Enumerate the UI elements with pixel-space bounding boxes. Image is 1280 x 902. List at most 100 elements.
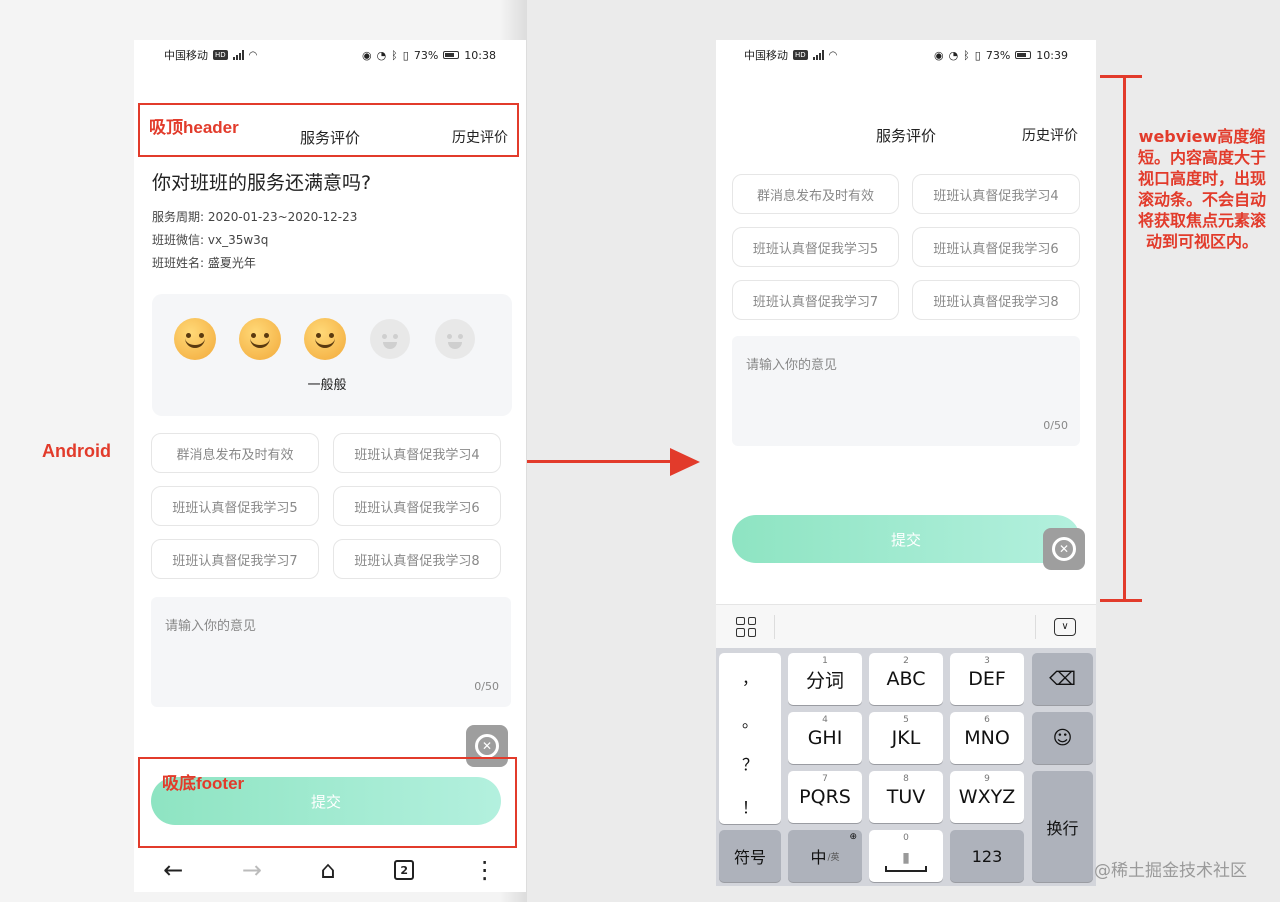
home-icon[interactable]: ⌂ [320,856,335,884]
key-1[interactable]: 1 分词 [788,653,862,705]
info-label: 班班微信: [152,233,205,247]
pinyin-keyboard: ， 。 ？ ！ 1 分词 2 ABC 3 DEF ⌫ 4 GHI 5 JKL 6 MNO ☺… [716,648,1096,886]
tag-option[interactable]: 班班认真督促我学习5 [732,227,899,267]
key-5[interactable]: 5 JKL [869,712,943,764]
forward-arrow-icon[interactable]: → [242,856,262,884]
alarm-icon: ◔ [376,48,387,62]
hide-keyboard-icon[interactable]: ∨ [1054,617,1076,636]
back-arrow-icon[interactable]: ← [163,856,183,884]
key-7[interactable]: 7 PQRS [788,771,862,823]
watermark-text: @稀土掘金技术社区 [1094,861,1247,881]
more-menu-icon[interactable]: ⋮ [473,856,497,884]
info-row-wechat: 班班微信: vx_35w3q [152,231,268,248]
bracket-bottom [1100,599,1142,602]
happy-face-icon[interactable] [239,318,281,360]
info-value: vx_35w3q [207,233,269,247]
key-2[interactable]: 2 ABC [869,653,943,705]
textarea-placeholder: 请输入你的意见 [165,619,257,634]
rating-label: 一般般 [307,378,347,393]
bracket-vertical [1123,75,1126,602]
hd-badge: HD [213,50,228,60]
history-link[interactable]: 历史评价 [1022,125,1078,145]
info-value: 2020-01-23~2020-12-23 [207,210,358,224]
status-bar: 中国移动 HD ◠ ◉ ◔ ᛒ ▯ 73% 10:39 [716,40,1096,70]
tag-option[interactable]: 班班认真督促我学习8 [912,280,1080,320]
punctuation-column[interactable]: ， 。 ？ ！ [719,653,781,824]
ios-phone: 中国移动 HD ◠ ◉ ◔ ᛒ ▯ 73% 10:39 服务评价 历史评价 群消… [716,40,1096,886]
space-bar-indicator [885,866,927,872]
tag-option[interactable]: 班班认真督促我学习8 [333,539,501,579]
arrow-head-icon [670,448,700,476]
battery-icon [443,51,460,59]
eye-icon: ◉ [933,48,944,62]
grey-face-icon[interactable] [370,319,410,359]
tabs-count-button[interactable]: 2 [394,860,415,880]
emoji-key[interactable]: ☺ [1032,712,1093,764]
bluetooth-icon: ᛒ [963,48,970,62]
punct-key[interactable]: ？ [719,751,781,775]
punct-key[interactable]: 。 [719,708,781,732]
tag-option[interactable]: 班班认真督促我学习7 [151,539,319,579]
numbers-key[interactable]: 123 [950,830,1024,882]
microphone-icon: ▮ [902,850,910,866]
carrier-label: 中国移动 [744,49,788,62]
key-8[interactable]: 8 TUV [869,771,943,823]
footer-annotation-label: 吸底footer [162,774,245,793]
info-value: 盛夏光年 [207,256,256,270]
feedback-textarea[interactable]: 请输入你的意见 0/50 [151,597,511,707]
vibrate-icon: ▯ [402,48,409,62]
settings-gear-icon[interactable]: ✕ [1043,528,1085,570]
status-bar: 中国移动 HD ◠ ◉ ◔ ᛒ ▯ 73% 10:38 [134,40,526,70]
language-switch-key[interactable]: 中/英 ⊕ [788,830,862,882]
tag-option[interactable]: 群消息发布及时有效 [151,433,319,473]
bluetooth-icon: ᛒ [391,48,398,62]
punct-key[interactable]: ！ [719,794,781,818]
tag-option[interactable]: 班班认真督促我学习6 [912,227,1080,267]
language-label: 中 [810,848,827,867]
alarm-icon: ◔ [948,48,959,62]
globe-icon: ⊕ [849,832,857,842]
feedback-textarea[interactable]: 请输入你的意见 0/50 [732,336,1080,446]
tag-option[interactable]: 群消息发布及时有效 [732,174,899,214]
apps-grid-icon[interactable] [736,616,756,637]
tag-option[interactable]: 班班认真督促我学习6 [333,486,501,526]
clock: 10:38 [464,48,496,62]
tag-option[interactable]: 班班认真督促我学习4 [912,174,1080,214]
hd-badge: HD [793,50,808,60]
tag-option[interactable]: 班班认真督促我学习5 [151,486,319,526]
symbols-key[interactable]: 符号 [719,830,781,882]
key-9[interactable]: 9 WXYZ [950,771,1024,823]
happy-face-icon[interactable] [304,318,346,360]
textarea-placeholder: 请输入你的意见 [746,358,838,373]
punct-key[interactable]: ， [719,665,781,689]
tag-option[interactable]: 班班认真督促我学习7 [732,280,899,320]
battery-percent: 73% [413,48,439,62]
key-4[interactable]: 4 GHI [788,712,862,764]
transition-arrow [527,460,675,463]
submit-button[interactable]: 提交 [732,515,1080,563]
grey-face-icon[interactable] [435,319,475,359]
tag-option[interactable]: 班班认真督促我学习4 [333,433,501,473]
char-count: 0/50 [1043,419,1068,432]
toolbar-divider [1035,614,1036,639]
clock: 10:39 [1036,48,1068,62]
eye-icon: ◉ [361,48,372,62]
battery-icon [1015,51,1032,59]
bracket-top [1100,75,1142,78]
browser-nav-bar: ← → ⌂ 2 ⋮ [134,848,526,892]
header-annotation-label: 吸顶header [149,118,239,137]
toolbar-divider [774,614,775,639]
key-3[interactable]: 3 DEF [950,653,1024,705]
enter-key[interactable]: 换行 [1032,771,1093,882]
wifi-icon: ◠ [248,49,258,61]
info-row-period: 服务周期: 2020-01-23~2020-12-23 [152,208,357,225]
page-title: 服务评价 [875,126,936,145]
rating-card [152,294,512,416]
info-label: 班班姓名: [152,256,205,270]
keyboard-toolbar: ∨ [716,604,1096,648]
happy-face-icon[interactable] [174,318,216,360]
backspace-key[interactable]: ⌫ [1032,653,1093,705]
key-6[interactable]: 6 MNO [950,712,1024,764]
android-label: Android [42,441,111,461]
space-key[interactable]: 0 ▮ [869,830,943,882]
